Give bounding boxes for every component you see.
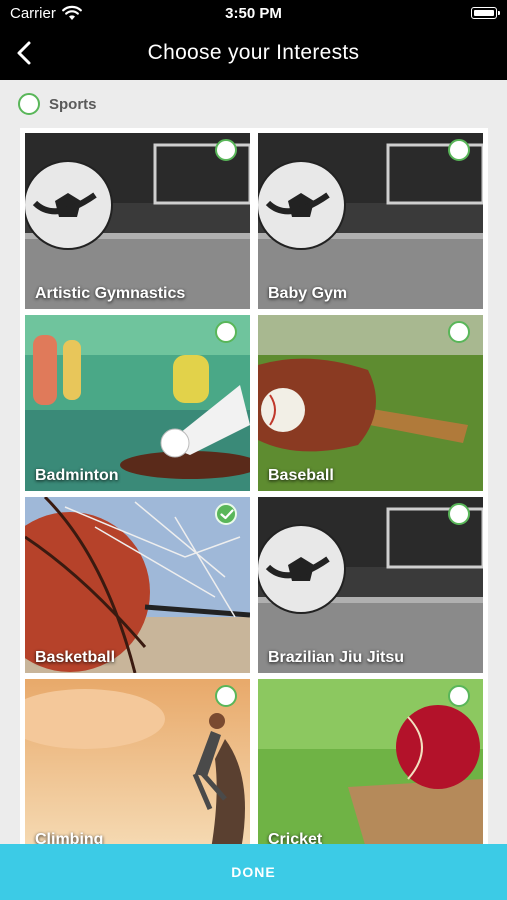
checkmark-icon [220, 509, 234, 520]
climber-image [25, 679, 250, 848]
soccer-ball-image [25, 133, 250, 309]
select-checkbox[interactable] [215, 139, 237, 161]
interest-tile-baby-gym[interactable]: Baby Gym [258, 133, 483, 309]
soccer-ball-image [258, 133, 483, 309]
interest-tile-brazilian-jiu-jitsu[interactable]: Brazilian Jiu Jitsu [258, 497, 483, 673]
baseball-glove-image [258, 315, 483, 491]
interest-label: Baby Gym [268, 285, 348, 302]
select-checkbox[interactable] [448, 685, 470, 707]
done-button[interactable]: DONE [0, 844, 507, 900]
badminton-image [25, 315, 250, 491]
interests-panel: Artistic Gymnastics Baby Gym Badminton B… [20, 128, 488, 848]
cricket-ball-image [258, 679, 483, 848]
select-checkbox-checked[interactable] [215, 503, 237, 525]
interest-label: Badminton [35, 467, 119, 484]
select-checkbox[interactable] [215, 321, 237, 343]
interest-tile-cricket[interactable]: Cricket [258, 679, 483, 848]
basketball-net-image [25, 497, 250, 673]
interest-tile-badminton[interactable]: Badminton [25, 315, 250, 491]
interest-tile-basketball[interactable]: Basketball [25, 497, 250, 673]
select-checkbox[interactable] [448, 503, 470, 525]
soccer-ball-image [258, 497, 483, 673]
interest-label: Brazilian Jiu Jitsu [268, 649, 405, 666]
interest-tile-artistic-gymnastics[interactable]: Artistic Gymnastics [25, 133, 250, 309]
interest-label: Baseball [268, 467, 334, 484]
select-checkbox[interactable] [448, 321, 470, 343]
status-bar: Carrier 3:50 PM [0, 0, 507, 28]
category-radio[interactable] [18, 93, 40, 115]
page-title: Choose your Interests [147, 41, 360, 64]
category-sports[interactable]: Sports [18, 91, 97, 117]
select-checkbox[interactable] [215, 685, 237, 707]
interest-tile-climbing[interactable]: Climbing [25, 679, 250, 848]
interest-tile-baseball[interactable]: Baseball [258, 315, 483, 491]
interest-label: Artistic Gymnastics [35, 285, 186, 302]
interests-grid: Artistic Gymnastics Baby Gym Badminton B… [25, 133, 484, 848]
navigation-bar: Choose your Interests [0, 28, 507, 80]
interest-label: Basketball [35, 649, 116, 666]
battery-icon [471, 7, 500, 19]
select-checkbox[interactable] [448, 139, 470, 161]
clock: 3:50 PM [225, 5, 282, 22]
category-label: Sports [49, 95, 97, 113]
